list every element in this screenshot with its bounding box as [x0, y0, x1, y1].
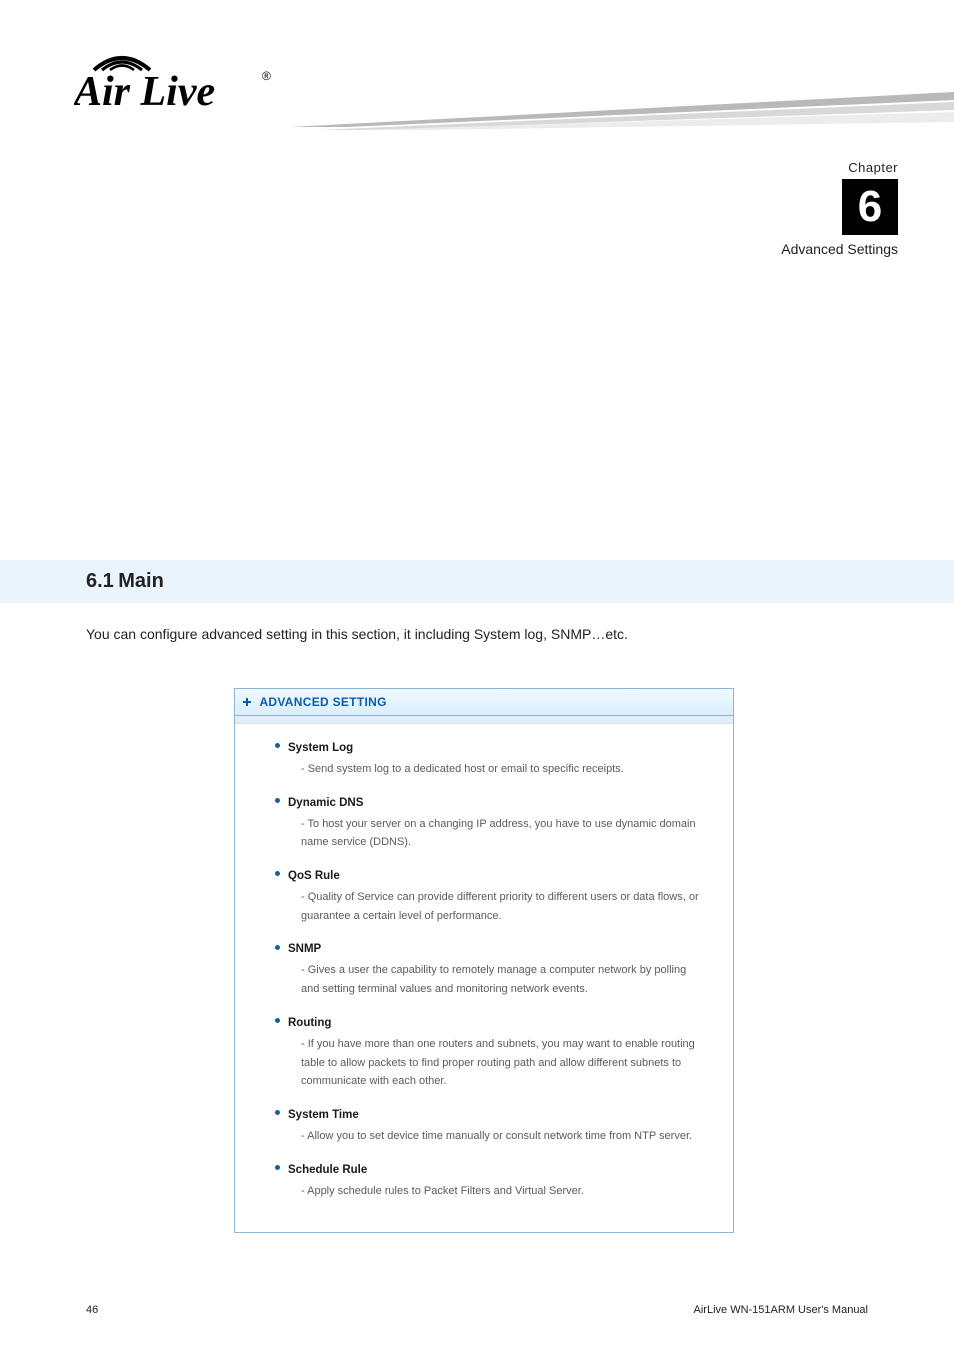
airlive-logo: Air Live ® — [74, 50, 274, 115]
chapter-marker: Chapter — [781, 160, 898, 175]
list-item: SNMP - Gives a user the capability to re… — [251, 939, 717, 998]
chapter-number-block: 6 — [842, 179, 898, 235]
header-swoosh-decor — [280, 92, 954, 130]
svg-text:®: ® — [262, 69, 271, 83]
bullet-icon — [275, 743, 280, 748]
item-desc: - If you have more than one routers and … — [251, 1031, 717, 1091]
item-desc: - Quality of Service can provide differe… — [251, 884, 717, 925]
item-title-system-time[interactable]: System Time — [288, 1109, 359, 1121]
chapter-header: Chapter 6 Advanced Settings — [781, 160, 954, 257]
item-title-system-log[interactable]: System Log — [288, 742, 353, 754]
advanced-setting-panel: ADVANCED SETTING System Log - Send syste… — [234, 688, 734, 1233]
item-desc: - To host your server on a changing IP a… — [251, 811, 717, 852]
list-item: Dynamic DNS - To host your server on a c… — [251, 793, 717, 852]
item-desc: - Allow you to set device time manually … — [251, 1123, 717, 1146]
item-title-routing[interactable]: Routing — [288, 1017, 331, 1029]
bullet-icon — [275, 1165, 280, 1170]
item-desc: - Send system log to a dedicated host or… — [251, 756, 717, 779]
page-number: 46 — [86, 1304, 98, 1316]
list-item: Routing - If you have more than one rout… — [251, 1013, 717, 1091]
panel-subbar — [235, 716, 733, 724]
item-desc: - Apply schedule rules to Packet Filters… — [251, 1178, 717, 1201]
section-intro-text: You can configure advanced setting in th… — [86, 624, 868, 645]
item-title-schedule-rule[interactable]: Schedule Rule — [288, 1164, 367, 1176]
bullet-icon — [275, 1110, 280, 1115]
chapter-title: Advanced Settings — [781, 241, 898, 257]
list-item: Schedule Rule - Apply schedule rules to … — [251, 1160, 717, 1201]
item-title-qos-rule[interactable]: QoS Rule — [288, 870, 340, 882]
item-desc: - Gives a user the capability to remotel… — [251, 957, 717, 998]
page-header: Air Live ® — [0, 0, 954, 130]
panel-title-text: ADVANCED SETTING — [259, 695, 386, 709]
panel-title-bar: ADVANCED SETTING — [235, 689, 733, 716]
section-name: Main — [118, 570, 164, 592]
list-item: System Time - Allow you to set device ti… — [251, 1105, 717, 1146]
svg-text:Air Live: Air Live — [74, 69, 215, 115]
bullet-icon — [275, 945, 280, 950]
item-title-snmp[interactable]: SNMP — [288, 943, 321, 955]
section-number: 6.1 — [86, 570, 114, 592]
footer-doc-title: AirLive WN-151ARM User's Manual — [694, 1304, 868, 1316]
list-item: QoS Rule - Quality of Service can provid… — [251, 866, 717, 925]
panel-body: System Log - Send system log to a dedica… — [235, 724, 733, 1232]
bullet-icon — [275, 798, 280, 803]
section-heading-bar: 6.1 Main — [0, 560, 954, 603]
bullet-icon — [275, 871, 280, 876]
bullet-icon — [275, 1018, 280, 1023]
item-title-dynamic-dns[interactable]: Dynamic DNS — [288, 797, 363, 809]
panel-title-icon — [243, 693, 251, 701]
page-footer: 46 AirLive WN-151ARM User's Manual — [0, 1304, 954, 1328]
list-item: System Log - Send system log to a dedica… — [251, 738, 717, 779]
